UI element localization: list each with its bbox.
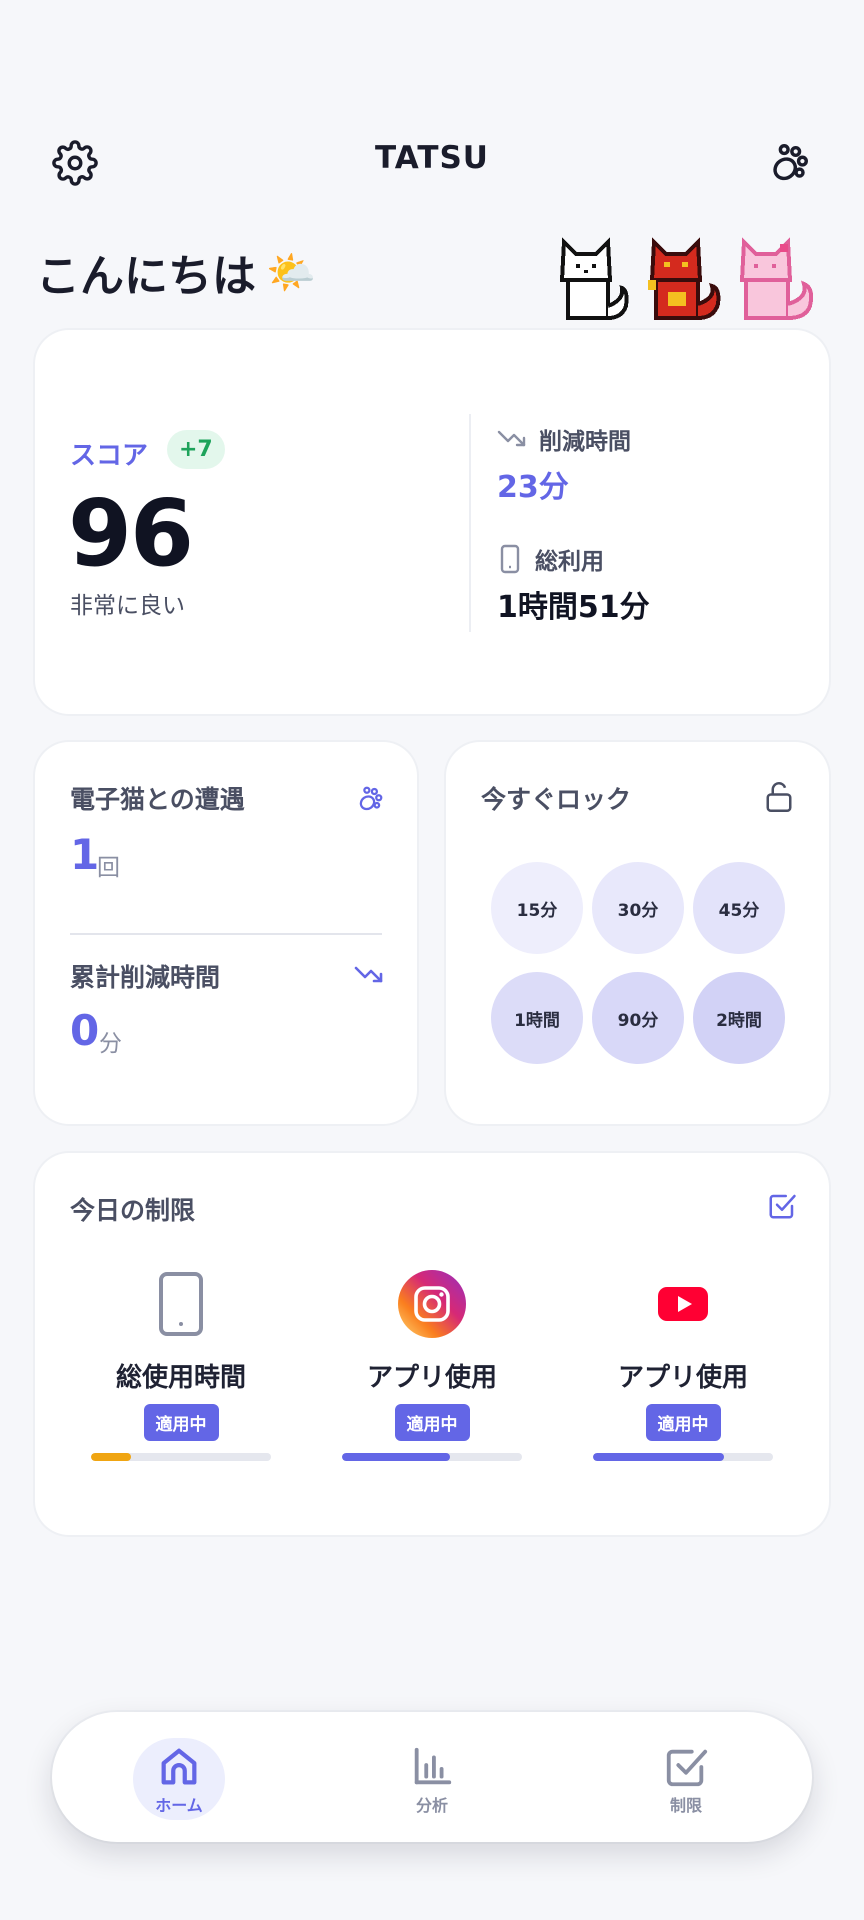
- checkbox-icon: [666, 1749, 708, 1787]
- encounter-count: 1: [70, 830, 100, 879]
- greeting-text: こんにちは: [36, 251, 256, 302]
- score-divider: [469, 414, 471, 632]
- active-badge: 適用中: [394, 1404, 470, 1441]
- phone-icon: [146, 1269, 216, 1339]
- score-description: 非常に良い: [70, 593, 185, 619]
- encounter-card[interactable]: 電子猫との遭遇 1 回 累計削減時間 0 分: [35, 742, 417, 1124]
- limit-instagram[interactable]: アプリ使用 適用中: [342, 1269, 522, 1461]
- encounter-unit: 回: [97, 855, 120, 881]
- lock-now-card: 今すぐロック 15分 30分 45分 1時間 90分 2時間: [446, 742, 829, 1124]
- pixel-cats: [556, 236, 836, 324]
- nav-analysis[interactable]: 分析: [386, 1738, 478, 1820]
- greeting: こんにちは 🌤️: [36, 240, 316, 304]
- reduced-time-value: 23分: [497, 470, 569, 505]
- nav-limits-label: 制限: [669, 1796, 702, 1815]
- red-cat-icon: [648, 237, 721, 320]
- today-limits-title: 今日の制限: [70, 1196, 196, 1225]
- lock-15min-button[interactable]: 15分: [491, 862, 583, 954]
- limit-total-usage[interactable]: 総使用時間 適用中: [91, 1269, 271, 1461]
- total-usage-text: 総利用: [535, 549, 604, 575]
- nav-home-label: ホーム: [155, 1796, 203, 1815]
- score-label: スコア: [70, 441, 149, 471]
- lock-90min-button[interactable]: 90分: [592, 972, 684, 1064]
- limit-label: アプリ使用: [366, 1363, 497, 1393]
- nav-limits[interactable]: 制限: [640, 1738, 732, 1820]
- limit-progress: [91, 1453, 271, 1461]
- nav-home[interactable]: ホーム: [133, 1738, 225, 1820]
- white-cat-icon: [559, 237, 629, 320]
- today-limits-card[interactable]: 今日の制限 総使用時間 適用中 アプリ使用 適用中 アプリ使用 適用中: [35, 1153, 829, 1535]
- cat-collection-button[interactable]: [764, 138, 814, 188]
- paw-icon: [773, 144, 808, 181]
- lock-now-title: 今すぐロック: [481, 785, 632, 814]
- limit-progress: [342, 1453, 522, 1461]
- score-delta-badge: +7: [167, 430, 225, 469]
- nav-analysis-label: 分析: [415, 1796, 448, 1815]
- paw-icon: [359, 786, 383, 811]
- bottom-nav: ホーム 分析 制限: [52, 1712, 812, 1842]
- trending-down-icon: [497, 430, 526, 447]
- unlock-icon: [766, 782, 792, 812]
- score-value: 96: [68, 480, 194, 587]
- active-badge: 適用中: [143, 1404, 219, 1441]
- weather-emoji: 🌤️: [266, 249, 316, 296]
- cumulative-unit: 分: [99, 1031, 122, 1057]
- limit-label: 総使用時間: [115, 1363, 246, 1393]
- reduced-time-label: 削減時間: [497, 422, 631, 456]
- lock-45min-button[interactable]: 45分: [693, 862, 785, 954]
- lock-30min-button[interactable]: 30分: [592, 862, 684, 954]
- encounter-divider: [70, 933, 382, 935]
- app-title: TATSU: [375, 140, 489, 176]
- cumulative-value: 0: [70, 1006, 100, 1055]
- pink-cat-icon: [739, 237, 814, 320]
- reduced-time-text: 削減時間: [539, 429, 631, 455]
- phone-icon: [500, 544, 520, 574]
- total-usage-label: 総利用: [497, 542, 604, 576]
- score-card[interactable]: スコア +7 96 非常に良い 削減時間 23分 総利用 1時間51分: [35, 330, 829, 714]
- checkbox-icon: [769, 1194, 796, 1219]
- lock-2hour-button[interactable]: 2時間: [693, 972, 785, 1064]
- total-usage-value: 1時間51分: [497, 590, 650, 625]
- encounter-title: 電子猫との遭遇: [70, 785, 245, 814]
- limit-progress: [593, 1453, 773, 1461]
- youtube-icon: [648, 1269, 718, 1339]
- limit-youtube[interactable]: アプリ使用 適用中: [593, 1269, 773, 1461]
- cumulative-title: 累計削減時間: [70, 963, 221, 992]
- lock-1hour-button[interactable]: 1時間: [491, 972, 583, 1064]
- active-badge: 適用中: [645, 1404, 721, 1441]
- limit-label: アプリ使用: [617, 1363, 748, 1393]
- chart-icon: [414, 1747, 452, 1785]
- trending-down-icon: [354, 966, 383, 983]
- instagram-icon: [397, 1269, 467, 1339]
- home-icon: [161, 1748, 197, 1785]
